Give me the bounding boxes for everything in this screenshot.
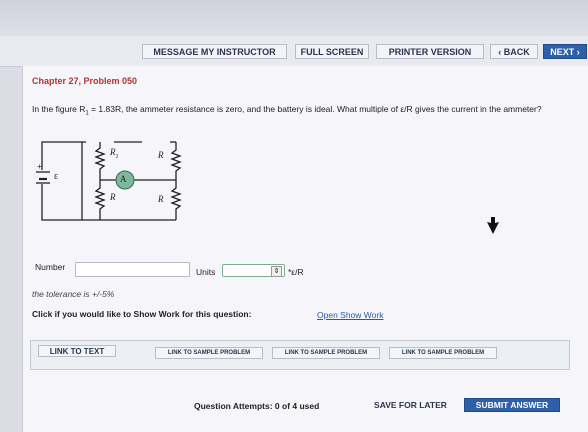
sample-problem-2-button[interactable]: LINK TO SAMPLE PROBLEM	[272, 347, 380, 359]
units-select[interactable]: ⇕	[222, 264, 285, 277]
number-label: Number	[35, 262, 66, 272]
open-show-work-link[interactable]: Open Show Work	[317, 310, 383, 320]
mouse-pointer-icon	[487, 217, 499, 234]
link-to-text-button[interactable]: LINK TO TEXT	[38, 345, 116, 357]
submit-answer-button[interactable]: SUBMIT ANSWER	[464, 398, 560, 412]
sample-problem-3-button[interactable]: LINK TO SAMPLE PROBLEM	[389, 347, 497, 359]
select-arrow-icon: ⇕	[271, 266, 282, 277]
units-label: Units	[196, 267, 216, 277]
r-bottom-left-label: R	[110, 192, 116, 202]
battery-plus-label: +	[37, 162, 42, 171]
r1-label: R1	[110, 147, 119, 160]
ammeter-label: A	[120, 174, 127, 184]
number-input[interactable]	[75, 262, 190, 277]
r-top-right-label: R	[158, 150, 164, 160]
show-work-prompt: Click if you would like to Show Work for…	[32, 309, 252, 319]
save-for-later-button[interactable]: SAVE FOR LATER	[363, 398, 458, 412]
sample-problem-1-button[interactable]: LINK TO SAMPLE PROBLEM	[155, 347, 263, 359]
tolerance-text: the tolerance is +/-5%	[32, 289, 115, 299]
attempts-counter: Question Attempts: 0 of 4 used	[194, 401, 320, 411]
emf-label: ε	[54, 171, 59, 182]
r-bottom-right-label: R	[158, 194, 164, 204]
units-suffix: *ε/R	[288, 267, 304, 277]
